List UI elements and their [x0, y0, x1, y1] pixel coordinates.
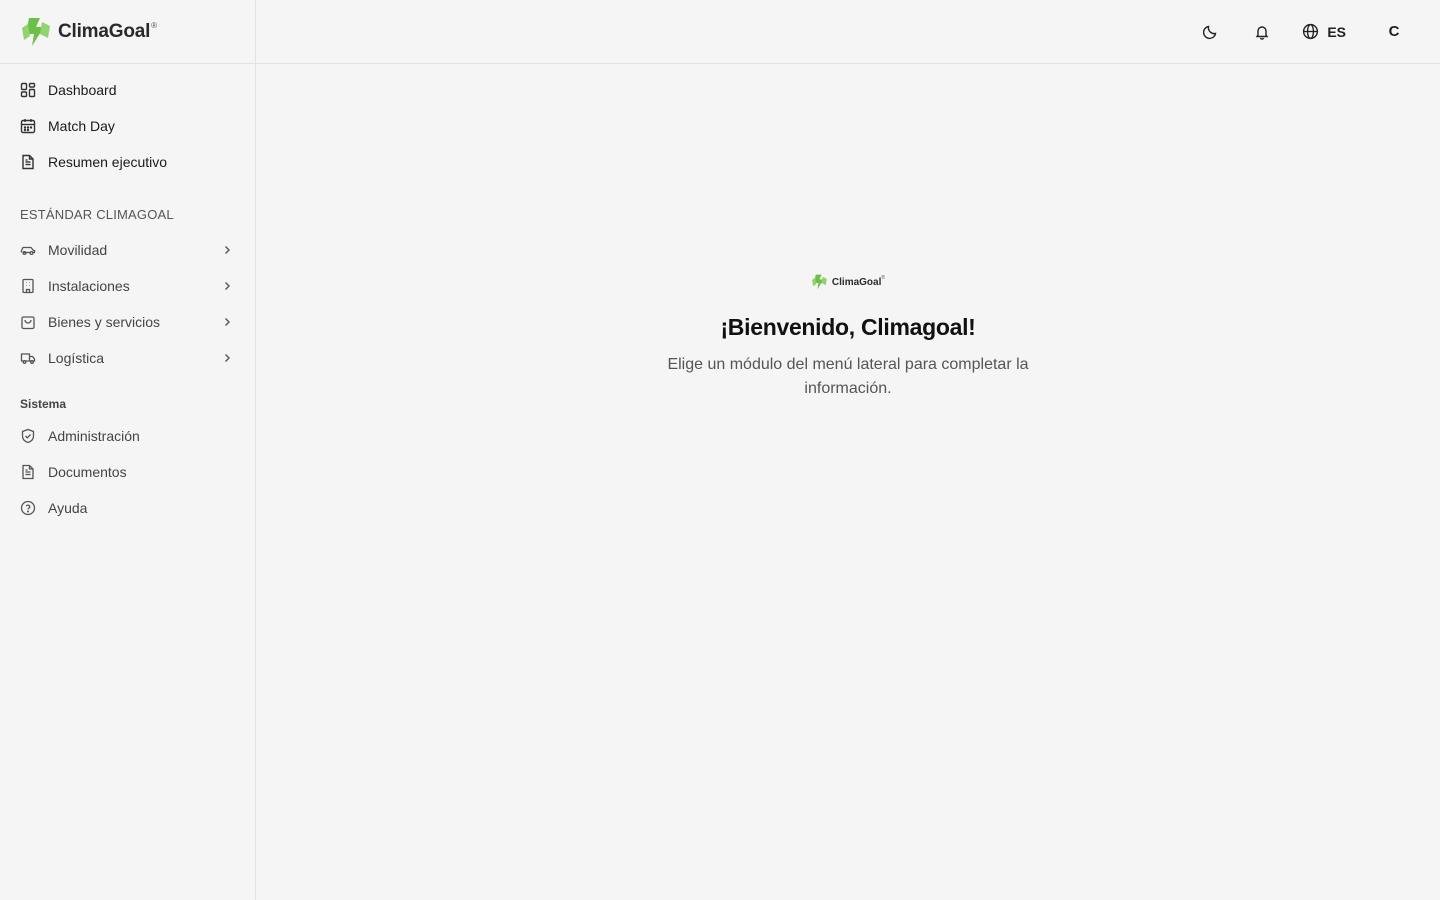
car-icon	[20, 242, 36, 258]
nav-item-ayuda[interactable]: Ayuda	[0, 490, 255, 526]
notifications-button[interactable]	[1244, 14, 1280, 50]
nav-item-resumen-ejecutivo[interactable]: Resumen ejecutivo	[0, 144, 255, 180]
chevron-right-icon	[219, 350, 235, 366]
nav-item-label: Bienes y servicios	[48, 314, 161, 330]
shield-check-icon	[20, 428, 36, 444]
welcome-logo: ClimaGoal ®	[811, 272, 885, 292]
truck-icon	[20, 350, 36, 366]
climagoal-logo-icon	[22, 17, 50, 46]
chevron-right-icon	[219, 242, 235, 258]
chevron-right-icon	[219, 278, 235, 294]
nav-item-movilidad[interactable]: Movilidad	[0, 232, 255, 268]
welcome-logo-registered-mark: ®	[881, 275, 886, 281]
help-circle-icon	[20, 500, 36, 516]
nav-item-label: Resumen ejecutivo	[48, 154, 168, 170]
document-icon	[20, 154, 36, 170]
shopping-bag-icon	[20, 314, 36, 330]
moon-icon	[1203, 25, 1217, 39]
nav-item-label: Dashboard	[48, 82, 117, 98]
sidebar: ClimaGoal ® Dashboard Match Day Resumen …	[0, 0, 256, 900]
welcome-subtitle: Elige un módulo del menú lateral para co…	[667, 356, 1029, 397]
nav-item-logistica[interactable]: Logística	[0, 340, 255, 376]
globe-icon	[1303, 23, 1319, 40]
nav-item-label: Movilidad	[48, 242, 108, 258]
nav-item-label: Logística	[48, 350, 105, 366]
nav-item-label: Ayuda	[48, 500, 88, 516]
language-code: ES	[1327, 23, 1346, 40]
document-icon	[20, 464, 36, 480]
nav-item-dashboard[interactable]: Dashboard	[0, 72, 255, 108]
welcome-panel: ClimaGoal ® ¡Bienvenido, Climagoal! Elig…	[256, 272, 1440, 401]
nav-item-documentos[interactable]: Documentos	[0, 454, 255, 490]
theme-toggle-button[interactable]	[1192, 14, 1228, 50]
chevron-right-icon	[219, 314, 235, 330]
nav-item-label: Instalaciones	[48, 278, 130, 294]
welcome-title: ¡Bienvenido, Climagoal!	[720, 314, 976, 340]
dashboard-grid-icon	[20, 82, 36, 98]
brand-header: ClimaGoal ®	[0, 0, 255, 64]
language-selector[interactable]: ES	[1296, 14, 1352, 50]
nav-item-label: Match Day	[48, 118, 115, 134]
primary-nav: Dashboard Match Day Resumen ejecutivo ES…	[0, 64, 255, 526]
nav-item-match-day[interactable]: Match Day	[0, 108, 255, 144]
bell-icon	[1256, 25, 1269, 40]
topbar: ES C	[256, 0, 1440, 64]
building-icon	[20, 278, 36, 294]
nav-item-label: Administración	[48, 428, 140, 444]
welcome-logo-text: ClimaGoal	[831, 276, 882, 288]
nav-item-administracion[interactable]: Administración	[0, 418, 255, 454]
brand-logo[interactable]: ClimaGoal ®	[20, 16, 157, 48]
section-title-standard: ESTÁNDAR CLIMAGOAL	[20, 206, 174, 222]
brand-name: ClimaGoal	[58, 20, 151, 42]
calendar-icon	[20, 118, 36, 134]
climagoal-logo-icon	[811, 274, 827, 290]
nav-item-instalaciones[interactable]: Instalaciones	[0, 268, 255, 304]
section-title-system: Sistema	[20, 397, 67, 411]
main-content: ClimaGoal ® ¡Bienvenido, Climagoal! Elig…	[256, 64, 1440, 900]
nav-item-bienes-y-servicios[interactable]: Bienes y servicios	[0, 304, 255, 340]
avatar[interactable]: C	[1376, 14, 1412, 50]
brand-registered-mark: ®	[151, 21, 158, 30]
nav-item-label: Documentos	[48, 464, 127, 480]
